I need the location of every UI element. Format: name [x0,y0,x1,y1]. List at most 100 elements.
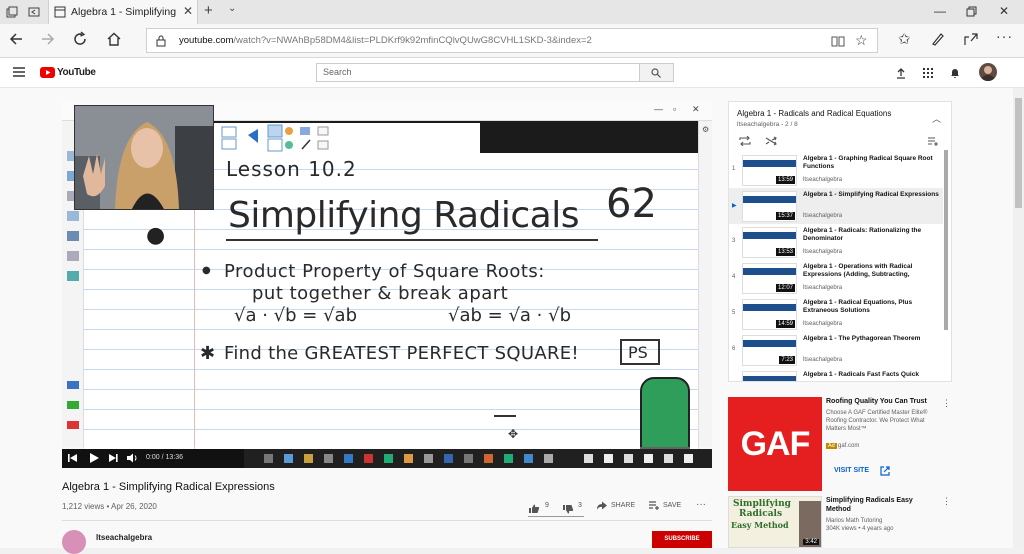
browser-tab[interactable]: Algebra 1 - Simplifying ✕ [48,0,198,24]
new-tab-icon[interactable]: + [204,2,213,19]
subscribe-button[interactable]: SUBSCRIBE [652,531,712,548]
back-to-tabs-icon[interactable] [28,6,40,18]
favorites-hub-icon[interactable]: ✩ [898,30,911,48]
save-button[interactable]: SAVE [663,502,681,509]
rec-more-icon[interactable]: ⋮ [942,496,951,507]
channel-avatar[interactable] [62,530,86,554]
save-playlist-icon[interactable] [648,500,660,510]
like-ratio-bar [528,516,584,517]
playlist-item-title: Algebra 1 - Operations with Radical Expr… [803,263,913,278]
youtube-logo-icon[interactable] [40,67,55,78]
windows-taskbar [244,449,712,468]
playlist-item[interactable]: 5 14:59 Algebra 1 - Radical Equations, P… [729,296,943,332]
minimize-icon: — [654,104,663,114]
reading-view-icon[interactable] [831,34,845,48]
next-icon[interactable] [108,453,118,463]
url-field[interactable]: youtube.com/watch?v=NWAhBp58DM4&list=PLD… [146,28,878,53]
playlist-item-duration: 13:53 [775,248,795,256]
board-heading-text: Simplifying Radicals [228,195,579,236]
board-bullet2-text: Find the GREATEST PERFECT SQUARE! [224,343,579,364]
youtube-logo-text[interactable]: YouTube [57,67,96,78]
tab-actions-icon[interactable] [6,6,18,18]
tab-list-chevron-icon[interactable]: ⌄ [228,3,236,14]
rec-thumb-line2: Radicals [739,509,783,519]
apps-grid-icon[interactable] [923,68,933,78]
search-button[interactable] [640,63,674,82]
ps-box: PS [620,339,660,365]
playlist-item[interactable]: 4 12:07 Algebra 1 - Operations with Radi… [729,260,943,296]
volume-icon[interactable] [126,453,138,463]
rec-duration: 3:42 [803,539,819,545]
tab-close-icon[interactable]: ✕ [183,4,193,18]
playlist-menu-icon[interactable] [927,136,939,146]
ad-more-icon[interactable]: ⋮ [942,398,951,409]
page-scrollbar[interactable] [1013,88,1024,548]
ad-title[interactable]: Roofing Quality You Can Trust [826,398,927,405]
page-scrollbar-thumb[interactable] [1015,98,1022,208]
search-input[interactable]: Search [316,63,640,82]
home-icon[interactable] [106,31,122,47]
playlist-item-duration: 15:37 [775,212,795,220]
playlist-item[interactable]: 3 13:53 Algebra 1 - Radicals: Rationaliz… [729,224,943,260]
playlist-item-title: Algebra 1 - Radicals: Rationalizing the … [803,227,922,242]
smartnotebook-toolbar [212,123,480,153]
like-count: 9 [545,502,549,509]
hamburger-menu-icon[interactable] [13,67,25,77]
notifications-bell-icon[interactable] [950,67,960,79]
refresh-icon[interactable] [72,31,88,47]
previous-icon[interactable] [68,453,78,463]
playlist-item[interactable]: 7 Algebra 1 - Radicals Fast Facts Quick [729,368,943,381]
playlist-item-duration: 13:59 [775,176,795,184]
board-number-text: 62 [606,181,657,227]
channel-name[interactable]: ltseachalgebra [96,533,152,542]
restore-icon[interactable] [966,6,977,17]
upload-icon[interactable] [896,67,906,79]
window-close-icon[interactable]: ✕ [999,4,1009,18]
ad-thumbnail[interactable]: GAF [728,397,822,491]
bullet-dot: ● [202,265,211,276]
ps-box-label: PS [628,343,648,362]
playlist-item-channel: ltseachalgebra [803,285,843,291]
board-dot: ● [146,223,166,248]
rec-thumb-line1: Simplifying [733,499,791,509]
forward-arrow-icon[interactable] [40,31,56,47]
pen-icon[interactable] [930,31,946,47]
playlist-title[interactable]: Algebra 1 - Radicals and Radical Equatio… [737,109,891,118]
share-button[interactable]: SHARE [611,502,635,509]
smartnotebook-right-bar: ⚙ [698,121,712,449]
play-icon[interactable] [88,452,100,464]
loop-icon[interactable] [739,136,751,146]
recommended-thumbnail[interactable]: Simplifying Radicals Easy Method 3:42 [728,496,822,548]
playlist-item-title: Algebra 1 - The Pythagorean Theorem [803,335,921,342]
playlist-item-index: 1 [732,166,736,172]
playlist-item-index: 4 [732,274,736,280]
playlist-item-duration: 12:07 [775,284,795,292]
playlist-scrollbar[interactable] [944,150,948,330]
playlist-item-channel: ltseachalgebra [803,321,843,327]
playlist-item-thumbnail: 14:59 [742,299,797,330]
video-controls: 0:00 / 13:36 [62,449,244,468]
playlist-item-thumbnail: 13:53 [742,227,797,258]
more-actions-icon[interactable]: ··· [696,499,706,510]
minimize-icon[interactable]: — [934,4,946,18]
video-player[interactable]: — ▫ ✕ ⚙ Lesson 10.2 Simplifying Radicals… [62,101,712,468]
more-menu-icon[interactable]: ··· [996,28,1013,44]
playlist-item[interactable]: 6 7:23 Algebra 1 - The Pythagorean Theor… [729,332,943,368]
playlist-item-current[interactable]: ▶ 15:37 Algebra 1 - Simplifying Radical … [729,188,943,224]
collapse-chevron-icon[interactable]: ︿ [932,112,941,125]
playlist-item-channel: ltseachalgebra [803,177,843,183]
playlist-item-title: Algebra 1 - Graphing Radical Square Root… [803,155,933,170]
avatar[interactable] [979,63,997,81]
board-formula-left: √a · √b = √ab [234,305,358,326]
visit-site-button[interactable]: VISIT SITE [826,460,900,482]
back-arrow-icon[interactable] [8,31,24,47]
youtube-header: YouTube Search [0,58,1024,88]
address-bar-row: youtube.com/watch?v=NWAhBp58DM4&list=PLD… [0,24,1024,58]
recommended-title[interactable]: Simplifying Radicals Easy Method [826,496,936,514]
share-icon[interactable] [963,31,979,47]
playlist-item[interactable]: 1 13:59 Algebra 1 - Graphing Radical Squ… [729,152,943,188]
playlist-item-channel: ltseachalgebra [803,249,843,255]
shuffle-icon[interactable] [765,136,777,146]
favorite-star-icon[interactable]: ☆ [855,32,868,49]
share-arrow-icon[interactable] [596,501,608,510]
